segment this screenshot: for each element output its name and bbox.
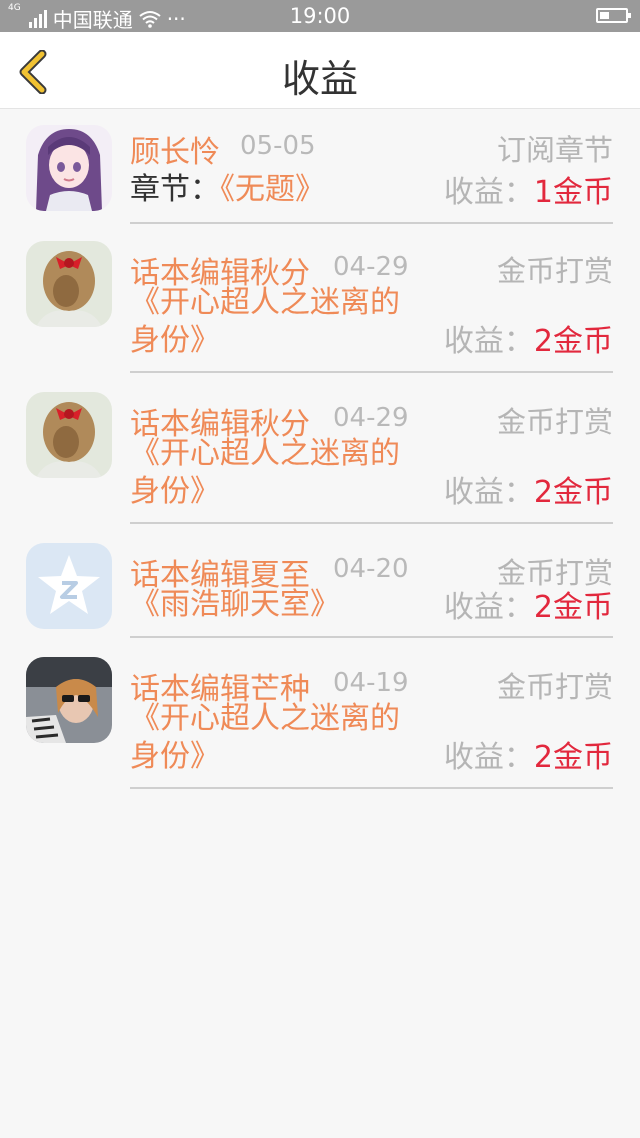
item-content: 顾长怜 05-05 订阅章节 章节：《无题》 收益：1金币	[130, 117, 613, 224]
item-body: 《开心超人之迷离的身份》 收益：2金币	[130, 433, 613, 519]
avatar	[26, 543, 112, 629]
nav-header: 收益	[0, 32, 640, 109]
hair-bow-avatar-icon	[26, 241, 112, 327]
income-amount: 2金币	[533, 740, 613, 775]
record-date: 05-05	[240, 131, 316, 161]
income-value: 收益：2金币	[444, 582, 613, 626]
item-content: 话本编辑秋分 04-29 金币打赏 《开心超人之迷离的身份》 收益：2金币	[130, 238, 613, 373]
list-item[interactable]: 话本编辑夏至 04-20 金币打赏 《雨浩聊天室》 收益：2金币	[0, 540, 640, 638]
income-value: 收益：1金币	[444, 167, 613, 211]
item-body: 《雨浩聊天室》 收益：2金币	[130, 584, 613, 634]
chapter-label: 章节：	[130, 172, 220, 207]
avatar	[26, 657, 112, 743]
record-date: 04-19	[333, 668, 409, 698]
item-content: 话本编辑秋分 04-29 金币打赏 《开心超人之迷离的身份》 收益：2金币	[130, 389, 613, 524]
anime-girl-avatar-icon	[26, 125, 112, 211]
income-amount: 2金币	[533, 475, 613, 510]
avatar	[26, 241, 112, 327]
income-value: 收益：2金币	[444, 732, 613, 776]
list-item[interactable]: 话本编辑秋分 04-29 金币打赏 《开心超人之迷离的身份》 收益：2金币	[0, 389, 640, 524]
star-z-avatar-icon	[26, 543, 112, 629]
clock: 19:00	[289, 4, 351, 28]
chapter-title: 章节：《无题》	[130, 171, 325, 209]
income-label: 收益：	[443, 175, 534, 210]
chapter-title: 《雨浩聊天室》	[130, 587, 340, 622]
item-content: 话本编辑芒种 04-19 金币打赏 《开心超人之迷离的身份》 收益：2金币	[130, 654, 613, 789]
item-header: 话本编辑芒种 04-19 金币打赏	[130, 654, 613, 707]
record-date: 04-29	[333, 252, 409, 282]
chapter-title: 《开心超人之迷离的身份》	[130, 436, 400, 509]
avatar	[26, 392, 112, 478]
chapter-name: 《无题》	[220, 172, 325, 207]
income-label: 收益：	[443, 475, 534, 510]
hair-bow-avatar-icon	[26, 392, 112, 478]
avatar	[26, 125, 112, 211]
income-amount: 1金币	[533, 175, 613, 210]
income-amount: 2金币	[533, 324, 613, 359]
item-header: 话本编辑夏至 04-20 金币打赏	[130, 540, 613, 593]
battery-icon	[596, 8, 631, 23]
income-label: 收益：	[443, 590, 534, 625]
list-item[interactable]: 顾长怜 05-05 订阅章节 章节：《无题》 收益：1金币	[0, 117, 640, 224]
income-value: 收益：2金币	[444, 316, 613, 360]
list-item[interactable]: 话本编辑秋分 04-29 金币打赏 《开心超人之迷离的身份》 收益：2金币	[0, 238, 640, 373]
item-body: 章节：《无题》 收益：1金币	[130, 161, 613, 219]
status-bar: 4G 中国联通 ··· 19:00	[0, 0, 640, 32]
item-content: 话本编辑夏至 04-20 金币打赏 《雨浩聊天室》 收益：2金币	[130, 540, 613, 638]
record-date: 04-29	[333, 403, 409, 433]
item-header: 话本编辑秋分 04-29 金币打赏	[130, 389, 613, 442]
list-item[interactable]: 话本编辑芒种 04-19 金币打赏 《开心超人之迷离的身份》 收益：2金币	[0, 654, 640, 789]
page-title: 收益	[281, 57, 358, 101]
item-body: 《开心超人之迷离的身份》 收益：2金币	[130, 698, 613, 784]
item-header: 顾长怜 05-05 订阅章节	[130, 117, 613, 170]
income-label: 收益：	[443, 740, 534, 775]
chapter-title: 《开心超人之迷离的身份》	[130, 285, 400, 358]
photo-avatar-icon	[26, 657, 112, 743]
income-label: 收益：	[443, 324, 534, 359]
item-body: 《开心超人之迷离的身份》 收益：2金币	[130, 282, 613, 368]
income-list: 顾长怜 05-05 订阅章节 章节：《无题》 收益：1金币 话本编辑秋分 04-…	[0, 117, 640, 789]
chapter-title: 《开心超人之迷离的身份》	[130, 701, 400, 774]
record-date: 04-20	[333, 554, 409, 584]
income-amount: 2金币	[533, 590, 613, 625]
income-value: 收益：2金币	[444, 467, 613, 511]
item-header: 话本编辑秋分 04-29 金币打赏	[130, 238, 613, 291]
